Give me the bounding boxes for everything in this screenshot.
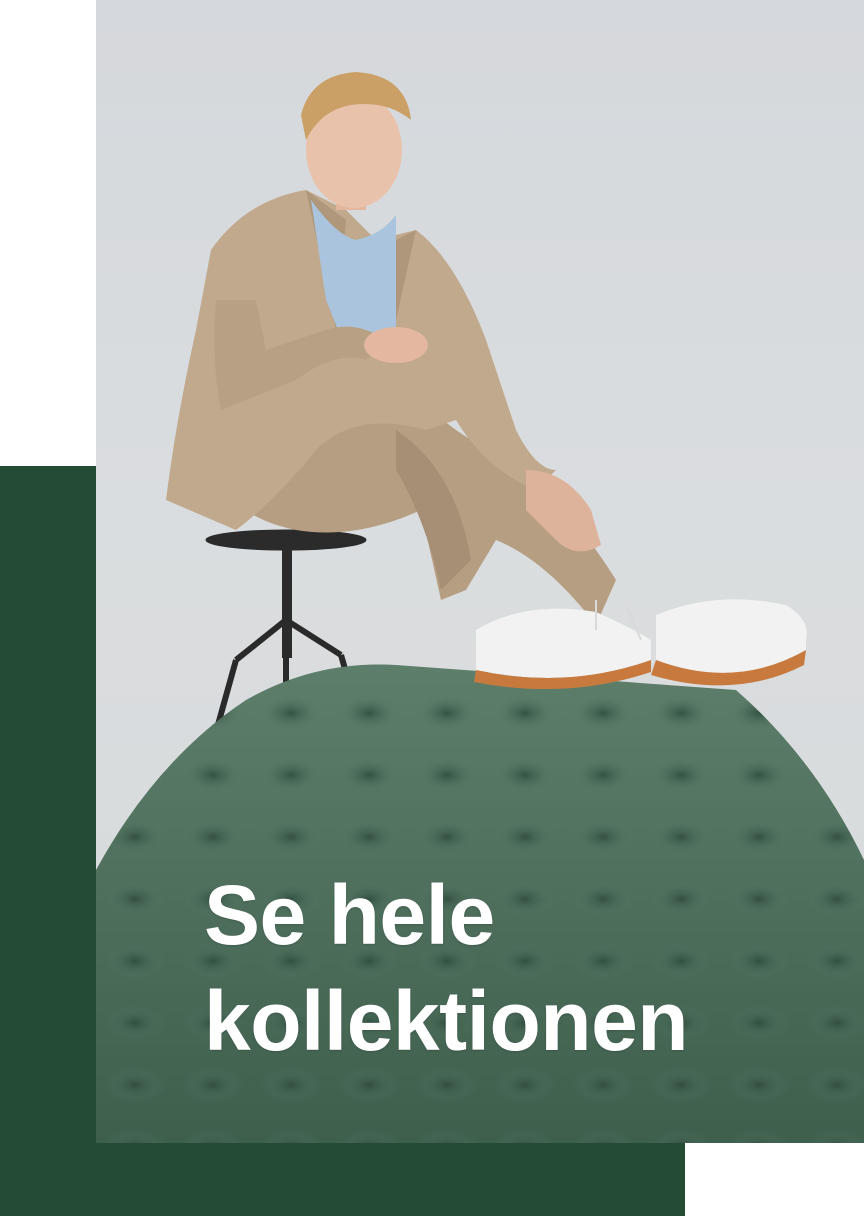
head [301,72,411,210]
cta-line-1: Se hele [204,868,495,962]
sneakers [474,599,807,690]
see-collection-link[interactable]: Se hele kollektionen [204,862,689,1074]
cta-line-2: kollektionen [204,974,689,1068]
